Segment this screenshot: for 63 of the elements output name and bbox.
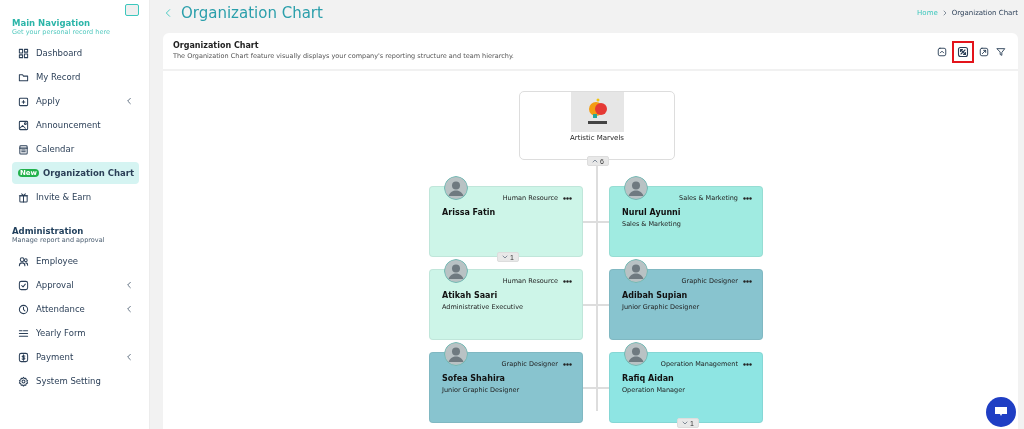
more-options-icon[interactable] <box>743 279 752 283</box>
sidebar-item[interactable]: Yearly Form <box>12 322 139 344</box>
avatar-icon <box>624 259 648 283</box>
chevron-left-icon <box>125 281 133 289</box>
sidebar-item[interactable]: Invite & Earn <box>12 186 139 208</box>
sidebar-item[interactable]: Approval <box>12 274 139 296</box>
chat-icon[interactable] <box>994 406 1008 418</box>
avatar-icon <box>444 176 468 200</box>
section-title: Administration <box>12 226 85 236</box>
more-options-icon[interactable] <box>563 196 572 200</box>
sidebar-item[interactable]: Employee <box>12 250 139 272</box>
sidebar-item[interactable]: Announcement <box>12 114 139 136</box>
expand-button[interactable] <box>977 45 991 59</box>
employee-name: Sofea Shahira <box>442 374 506 383</box>
gear-icon <box>18 375 29 387</box>
employee-name: Arissa Fatin <box>442 208 497 217</box>
sidebar-item[interactable]: Dashboard <box>12 42 139 64</box>
chevron-right-icon <box>941 9 948 16</box>
employee-name: Atikah Saari <box>442 291 499 300</box>
more-options-icon[interactable] <box>743 196 752 200</box>
avatar-icon <box>624 342 648 366</box>
collapse-button[interactable] <box>935 45 949 59</box>
avatar-icon <box>444 342 468 366</box>
calendar-icon <box>18 143 29 155</box>
gift-icon <box>18 191 29 203</box>
dollar-icon <box>18 351 29 363</box>
sidebar-item[interactable]: Calendar <box>12 138 139 160</box>
card-title: Organization Chart <box>173 41 260 50</box>
sidebar-item[interactable]: My Record <box>12 66 139 88</box>
page-title: Organization Chart <box>181 3 324 22</box>
chevron-left-icon <box>125 305 133 313</box>
fit-screen-button[interactable] <box>952 41 974 63</box>
collapse-icon <box>937 46 947 58</box>
form-icon <box>18 327 29 339</box>
image-icon <box>18 119 29 131</box>
caret-icon <box>682 420 688 426</box>
expand-icon <box>979 46 989 58</box>
more-options-icon[interactable] <box>743 362 752 366</box>
employee-name: Rafiq Aidan <box>622 374 675 383</box>
sidebar-item[interactable]: Attendance <box>12 298 139 320</box>
caret-icon <box>592 158 598 164</box>
filter-button[interactable] <box>994 45 1008 59</box>
more-options-icon[interactable] <box>563 362 572 366</box>
check-square-icon <box>18 279 29 291</box>
avatar-icon <box>444 259 468 283</box>
sidebar-item[interactable]: Payment <box>12 346 139 368</box>
calendar-plus-icon <box>18 95 29 107</box>
employee-name: Nurul Ayunni <box>622 208 682 217</box>
users-icon <box>18 255 29 267</box>
more-options-icon[interactable] <box>563 279 572 283</box>
grid-icon <box>18 47 29 59</box>
sidebar-item[interactable]: Apply <box>12 90 139 112</box>
fit-screen-icon <box>957 46 969 58</box>
employee-name: Adibah Supian <box>622 291 689 300</box>
chevron-left-icon <box>125 97 133 105</box>
caret-icon <box>502 254 508 260</box>
folder-icon <box>18 71 29 83</box>
chevron-left-icon <box>125 353 133 361</box>
section-title: Main Navigation <box>12 18 92 28</box>
filter-icon <box>996 46 1006 58</box>
avatar-icon <box>624 176 648 200</box>
sidebar-item[interactable]: System Setting <box>12 370 139 392</box>
clock-icon <box>18 303 29 315</box>
